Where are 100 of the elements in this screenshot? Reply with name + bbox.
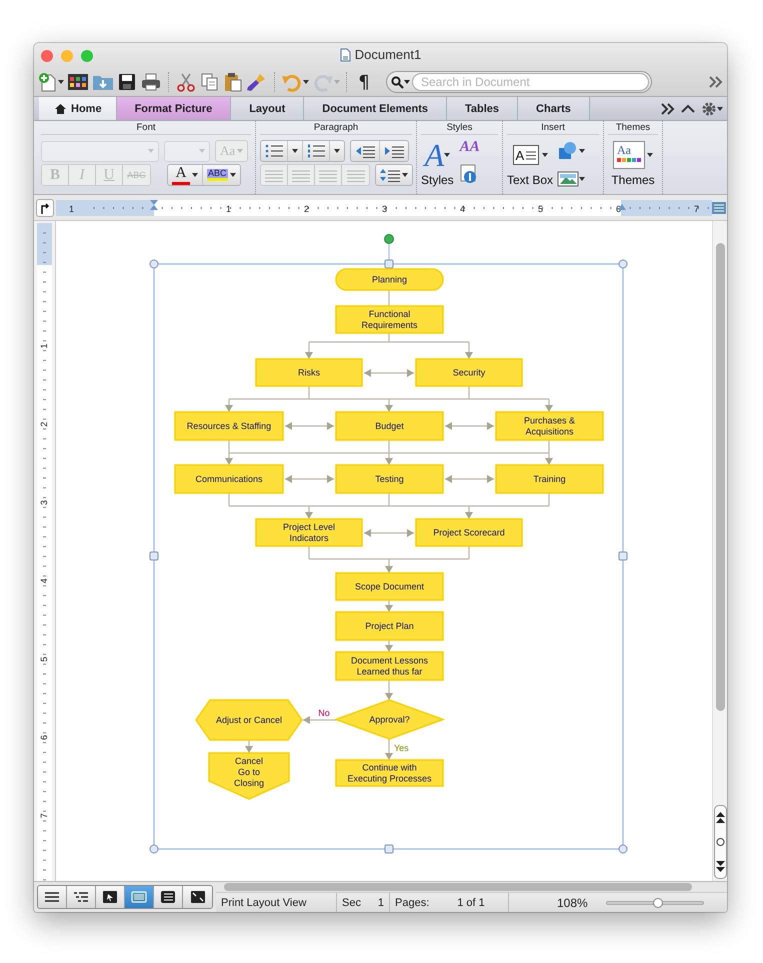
- increase-indent-icon: [384, 144, 404, 158]
- caret-icon: [199, 149, 205, 153]
- connector-arrow: [385, 739, 393, 760]
- double-arrow: [364, 369, 414, 377]
- process-step: Training: [495, 464, 604, 494]
- color-bar-icon: [172, 182, 190, 185]
- group-title: Themes: [608, 121, 658, 135]
- scrollbar-thumb[interactable]: [716, 243, 724, 711]
- rotate-handle[interactable]: [384, 234, 394, 260]
- process-step: Functional Requirements: [335, 305, 444, 334]
- connector-arrow: [385, 600, 393, 612]
- process-step: Continue with Executing Processes: [335, 759, 444, 787]
- picture-icon: [557, 170, 580, 188]
- process-step: Purchases & Acquisitions: [495, 411, 604, 441]
- section-label: Sec: [342, 896, 361, 908]
- process-step: Risks: [255, 358, 363, 387]
- change-styles-button[interactable]: AA: [460, 139, 480, 156]
- resize-handle[interactable]: [618, 552, 628, 560]
- text-lines-icon: [526, 149, 536, 161]
- group-title: Font: [41, 121, 251, 135]
- draft-view-icon: [43, 890, 61, 904]
- settings-icon: [701, 100, 717, 116]
- ribbon-tab[interactable]: Home: [39, 97, 117, 120]
- search-button[interactable]: [391, 74, 410, 90]
- slider-thumb[interactable]: [652, 898, 663, 908]
- search-field[interactable]: Search in Document: [412, 73, 649, 91]
- double-arrow: [445, 422, 494, 430]
- resize-handle[interactable]: [384, 260, 394, 268]
- undo-icon: [281, 72, 303, 92]
- ribbon-tab[interactable]: Document Elements: [304, 97, 448, 120]
- view-button[interactable]: [96, 886, 125, 908]
- resize-handle[interactable]: [618, 260, 628, 268]
- connector-arrow: [303, 716, 336, 724]
- ribbon-tab[interactable]: Format Picture: [116, 97, 232, 120]
- paste-button[interactable]: [223, 70, 243, 94]
- alignment-icon: [265, 168, 283, 182]
- paragraph-marks-button[interactable]: ¶: [353, 70, 375, 94]
- resize-handle[interactable]: [618, 844, 628, 854]
- next-page-icon: [714, 859, 726, 873]
- caret-icon: [192, 173, 198, 177]
- branch-label: No: [318, 708, 330, 718]
- fullscreen-view-icon: [188, 890, 206, 904]
- ribbon-tab[interactable]: Layout: [231, 97, 304, 120]
- collapse-ribbon-icon: [681, 104, 695, 114]
- numbering-icon: [307, 144, 325, 158]
- tab-stop-icon: [39, 202, 51, 214]
- connector-arrow: [245, 740, 253, 753]
- group-title: Paragraph: [260, 121, 412, 135]
- process-step: Document Lessons Learned thus far: [335, 651, 444, 681]
- double-arrow: [285, 422, 334, 430]
- resize-handle[interactable]: [150, 552, 158, 560]
- themes-button[interactable]: Aa Themes: [608, 139, 658, 187]
- alignment-icon: [292, 168, 310, 182]
- connector-arrow: [385, 640, 393, 652]
- save-icon: [117, 72, 137, 92]
- gallery-icon: [67, 72, 89, 92]
- color-swatch-icon: [617, 158, 641, 163]
- caret-icon: [292, 149, 298, 153]
- paragraph-styles-icon: [460, 164, 478, 184]
- process-step: Security: [415, 358, 523, 387]
- new-document-icon: [38, 72, 58, 92]
- scrollbar-thumb[interactable]: [224, 883, 692, 891]
- view-button[interactable]: [67, 886, 96, 908]
- browse-object-icon: [714, 835, 726, 849]
- font-size-field[interactable]: [164, 140, 210, 162]
- caret-icon: [334, 149, 340, 153]
- resize-handle[interactable]: [384, 844, 394, 854]
- caret-icon: [58, 80, 64, 84]
- process-step: Scope Document: [335, 572, 444, 601]
- styles-button[interactable]: A Styles: [421, 139, 454, 187]
- caret-icon: [647, 153, 653, 157]
- caret-icon: [579, 149, 586, 153]
- text-box-button[interactable]: A Text Box: [507, 139, 554, 187]
- process-step: Project Plan: [335, 611, 444, 641]
- view-button[interactable]: [154, 886, 183, 908]
- caret-icon: [444, 153, 450, 157]
- publishing-view-icon: [101, 890, 119, 904]
- process-step: Project Level Indicators: [255, 518, 363, 547]
- process-step: Project Scorecard: [415, 518, 523, 547]
- tab-selector-button[interactable]: [36, 198, 54, 216]
- decision-diamond: Approval?: [334, 699, 446, 740]
- caret-icon: [717, 106, 723, 110]
- process-step: Budget: [335, 411, 444, 441]
- ribbon-tab[interactable]: Charts: [518, 97, 590, 120]
- new-document-button[interactable]: [38, 70, 64, 94]
- document-icon: [340, 48, 351, 62]
- view-button[interactable]: [38, 886, 67, 908]
- outline-view-icon: [72, 890, 90, 904]
- view-button[interactable]: [183, 886, 212, 908]
- decrease-indent-icon: [355, 144, 375, 158]
- close-button[interactable]: [41, 50, 53, 62]
- connector-line: [388, 290, 390, 306]
- resize-handle[interactable]: [150, 844, 158, 854]
- pages-label: Pages:: [395, 896, 430, 908]
- format-painter-icon: [246, 72, 268, 92]
- ruler-toggle-icon: [712, 200, 726, 214]
- cut-icon: [175, 72, 197, 92]
- ribbon-tab[interactable]: Tables: [447, 97, 518, 120]
- resize-handle[interactable]: [150, 260, 158, 268]
- alignment-icon: [319, 168, 337, 182]
